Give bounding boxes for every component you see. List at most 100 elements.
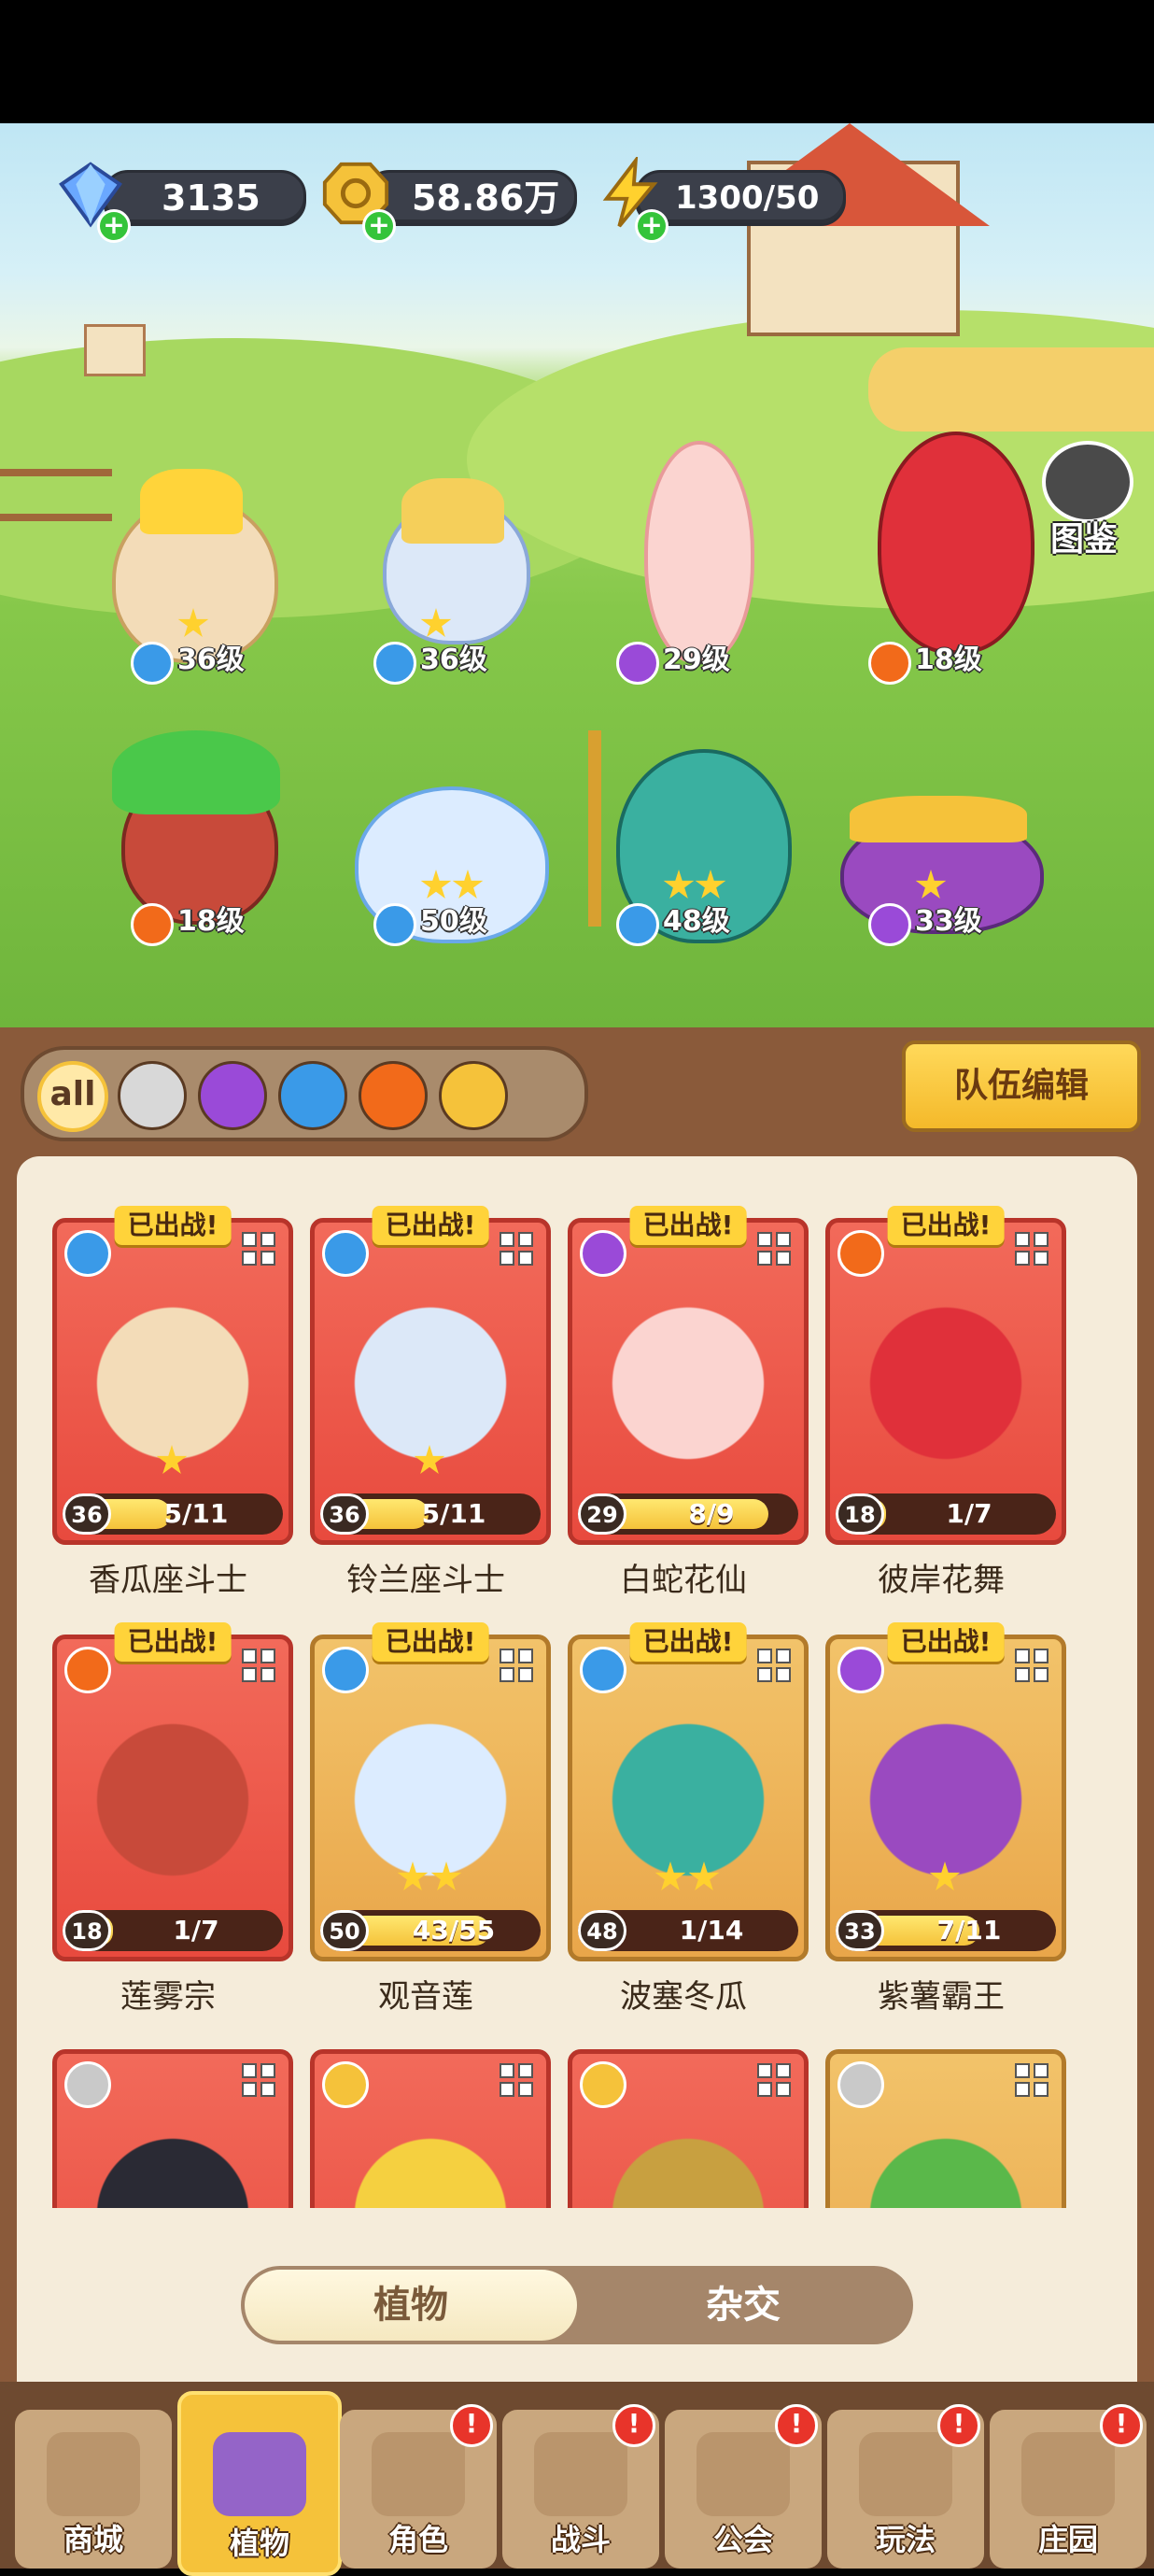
small-house — [84, 324, 146, 376]
card-progress: 43/55 — [412, 1915, 496, 1946]
fire-element-icon — [64, 1647, 111, 1693]
card-wrapper[interactable] — [52, 2049, 295, 2208]
nav-tab-manor[interactable]: 庄园! — [990, 2404, 1147, 2569]
card-wrapper[interactable] — [568, 2049, 810, 2208]
plant-card[interactable] — [568, 2049, 809, 2208]
nav-tab-guild[interactable]: 公会! — [665, 2404, 822, 2569]
formation-grid-icon — [757, 2063, 795, 2101]
card-wrapper[interactable]: 已出战! 18 1/7 — [52, 1622, 295, 2027]
deployed-badge: 已出战! — [887, 1206, 1005, 1245]
card-level: 36 — [63, 1493, 111, 1535]
card-name: 观音莲 — [378, 1978, 473, 2016]
plant-card[interactable]: 已出战! 36 5/11 — [52, 1206, 293, 1545]
filter-all-button[interactable]: all — [37, 1061, 108, 1132]
card-wrapper[interactable]: 已出战! 29 8/9 — [568, 1206, 810, 1610]
card-portrait — [66, 1677, 279, 1901]
card-progress: 5/11 — [421, 1498, 486, 1529]
card-progress: 1/7 — [946, 1498, 992, 1529]
formation-grid-icon — [1015, 1649, 1052, 1686]
card-level: 29 — [578, 1493, 626, 1535]
plant-card[interactable] — [825, 2049, 1066, 2208]
card-wrapper[interactable]: 已出战! 48 1/14 — [568, 1622, 810, 2027]
energy-plus-icon[interactable]: + — [635, 209, 668, 243]
nav-label: 角色 — [387, 2522, 448, 2557]
plant-hybrid-toggle[interactable]: 植物 杂交 — [241, 2266, 913, 2344]
deployed-badge: 已出战! — [629, 1206, 747, 1245]
nav-label: 战斗 — [550, 2522, 611, 2557]
gem-count: 3135 — [162, 177, 260, 219]
card-wrapper[interactable] — [310, 2049, 553, 2208]
gold-plus-icon[interactable]: + — [362, 209, 396, 243]
formation-grid-icon — [242, 2063, 279, 2101]
sword-filter-icon[interactable] — [118, 1061, 187, 1130]
plant-card[interactable] — [310, 2049, 551, 2208]
toggle-plant-label[interactable]: 植物 — [245, 2270, 577, 2341]
plant-card[interactable]: 已出战! 29 8/9 — [568, 1206, 809, 1545]
poison-element-icon — [868, 903, 911, 946]
card-progress: 8/9 — [688, 1498, 735, 1529]
card-name: 莲雾宗 — [120, 1978, 216, 2016]
deployed-badge: 已出战! — [629, 1622, 747, 1662]
level-progress-bar: 18 1/7 — [836, 1493, 1056, 1535]
card-wrapper[interactable]: 已出战! 36 5/11 — [52, 1206, 295, 1610]
toggle-hybrid-label[interactable]: 杂交 — [577, 2270, 909, 2341]
plant-card[interactable]: 已出战! 48 1/14 — [568, 1622, 809, 1961]
card-portrait — [839, 1260, 1052, 1484]
nav-tab-battle[interactable]: 战斗! — [502, 2404, 659, 2569]
field-unit[interactable] — [598, 422, 803, 663]
card-wrapper[interactable]: 已出战! 33 7/11 — [825, 1622, 1068, 2027]
shop-icon — [47, 2432, 140, 2516]
card-name: 白蛇花仙 — [620, 1562, 747, 1599]
nav-tab-shop[interactable]: 商城 — [15, 2410, 172, 2569]
nav-tab-plant[interactable]: 植物 — [177, 2391, 342, 2576]
card-portrait — [582, 1260, 795, 1484]
gem-plus-icon[interactable]: + — [97, 209, 131, 243]
water-filter-icon[interactable] — [278, 1061, 347, 1130]
plant-card[interactable]: 已出战! 50 43/55 — [310, 1622, 551, 1961]
formation-grid-icon — [500, 1649, 537, 1686]
battle-scene: 3135 + 58.86万 + 1300/50 + 图鉴 36级 36级 29级… — [0, 123, 1154, 1027]
field-unit[interactable] — [336, 768, 549, 983]
nav-tab-character[interactable]: 角色! — [340, 2404, 497, 2569]
plant-card[interactable]: 已出战! 18 1/7 — [52, 1622, 293, 1961]
fire-filter-icon[interactable] — [359, 1061, 428, 1130]
card-progress: 5/11 — [163, 1498, 229, 1529]
lightning-filter-icon[interactable] — [439, 1061, 508, 1130]
plant-card[interactable]: 已出战! 33 7/11 — [825, 1622, 1066, 1961]
fire-element-icon — [868, 642, 911, 685]
card-wrapper[interactable]: 已出战! 36 5/11 — [310, 1206, 553, 1610]
nav-label: 公会 — [712, 2522, 773, 2557]
card-name: 紫薯霸王 — [878, 1978, 1005, 2016]
fire-element-icon — [837, 1230, 884, 1277]
card-portrait — [66, 2091, 279, 2208]
unit-level: 50级 — [420, 905, 487, 938]
poison-element-icon — [616, 642, 659, 685]
unit-level: 36级 — [177, 644, 245, 676]
card-portrait — [324, 2091, 537, 2208]
card-wrapper[interactable]: 已出战! 18 1/7 — [825, 1206, 1068, 1610]
fire-element-icon — [131, 903, 174, 946]
unit-sprite — [644, 441, 754, 663]
card-wrapper[interactable]: 已出战! 50 43/55 — [310, 1622, 553, 2027]
field-unit[interactable] — [850, 422, 1055, 654]
card-name: 彼岸花舞 — [878, 1562, 1005, 1599]
card-progress: 7/11 — [936, 1915, 1002, 1946]
level-progress-bar: 36 5/11 — [63, 1493, 283, 1535]
plant-card[interactable]: 已出战! 18 1/7 — [825, 1206, 1066, 1545]
level-progress-bar: 48 1/14 — [578, 1910, 798, 1951]
water-element-icon — [322, 1230, 369, 1277]
poison-filter-icon[interactable] — [198, 1061, 267, 1130]
plant-card[interactable]: 已出战! 36 5/11 — [310, 1206, 551, 1545]
card-name: 铃兰座斗士 — [346, 1562, 505, 1599]
card-name: 香瓜座斗士 — [89, 1562, 247, 1599]
water-element-icon — [373, 903, 416, 946]
team-edit-button[interactable]: 队伍编辑 — [902, 1040, 1141, 1132]
card-wrapper[interactable] — [825, 2049, 1068, 2208]
level-progress-bar: 50 43/55 — [320, 1910, 541, 1951]
plant-card[interactable] — [52, 2049, 293, 2208]
card-level: 33 — [836, 1910, 884, 1951]
nav-tab-gameplay[interactable]: 玩法! — [827, 2404, 984, 2569]
card-level: 50 — [320, 1910, 369, 1951]
unit-level: 18级 — [915, 644, 982, 676]
water-element-icon — [580, 1647, 626, 1693]
